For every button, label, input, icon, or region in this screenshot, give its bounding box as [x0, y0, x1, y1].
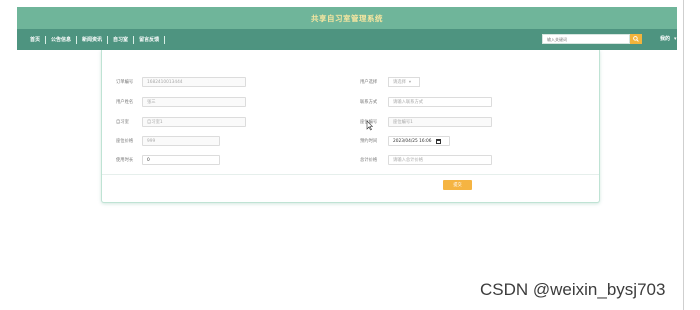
order-number-label: 订单编号 [116, 80, 134, 85]
user-menu[interactable]: 我的 ▾ [660, 35, 677, 43]
search-icon [633, 36, 639, 42]
usage-duration-label: 使用时长 [116, 158, 134, 163]
total-price-label: 总计价格 [360, 158, 378, 163]
user-menu-label: 我的 [660, 36, 671, 42]
user-select-label: 用户选择 [360, 80, 378, 85]
study-room-label: 自习室 [116, 120, 129, 125]
user-name-label: 用户姓名 [116, 100, 134, 105]
total-price-field[interactable]: 请输入总计价格 [388, 155, 492, 165]
mouse-cursor-icon [366, 121, 373, 131]
contact-field[interactable]: 请输入联系方式 [388, 97, 492, 107]
user-select-dropdown[interactable]: 请选择 ▾ [388, 77, 420, 87]
seat-number-field[interactable]: 座位编号1 [388, 117, 492, 127]
app-title-bar: 共享自习室管理系统 [17, 7, 677, 29]
nav-item-announcements[interactable]: 公告信息 [46, 35, 78, 44]
main-nav: 首页 公告信息 新闻资讯 自习室 留言反馈 我的 ▾ [17, 29, 677, 50]
search-button[interactable] [630, 34, 642, 44]
booking-time-label: 预约时间 [360, 139, 378, 144]
app-title: 共享自习室管理系统 [311, 13, 383, 23]
booking-time-value: 2023/04/25 16:06 [393, 138, 432, 144]
contact-label: 联系方式 [360, 100, 378, 105]
submit-button[interactable]: 提交 [443, 180, 472, 190]
seat-price-field[interactable]: 999 [142, 136, 220, 146]
page-divider [683, 0, 684, 310]
booking-time-field[interactable]: 2023/04/25 16:06 [388, 136, 450, 146]
calendar-icon[interactable] [435, 138, 441, 144]
usage-duration-field[interactable]: 0 [142, 155, 220, 165]
seat-price-label: 座位价格 [116, 139, 134, 144]
order-form: 订单编号 1682410013444 用户姓名 张三 自习室 自习室1 座位价格… [101, 50, 600, 203]
nav-item-news[interactable]: 新闻资讯 [77, 35, 109, 44]
user-select-value: 请选择 [393, 80, 406, 85]
nav-item-feedback[interactable]: 留言反馈 [134, 35, 166, 44]
user-name-field[interactable]: 张三 [142, 97, 246, 107]
form-divider [102, 174, 599, 175]
nav-item-study-room[interactable]: 自习室 [108, 35, 135, 44]
order-number-field[interactable]: 1682410013444 [142, 77, 246, 87]
chevron-down-icon: ▾ [408, 79, 412, 85]
watermark: CSDN @weixin_bysj703 [480, 280, 666, 299]
search-input[interactable] [542, 34, 630, 44]
study-room-field[interactable]: 自习室1 [142, 117, 246, 127]
nav-item-home[interactable]: 首页 [25, 35, 47, 44]
chevron-down-icon: ▾ [674, 35, 677, 42]
